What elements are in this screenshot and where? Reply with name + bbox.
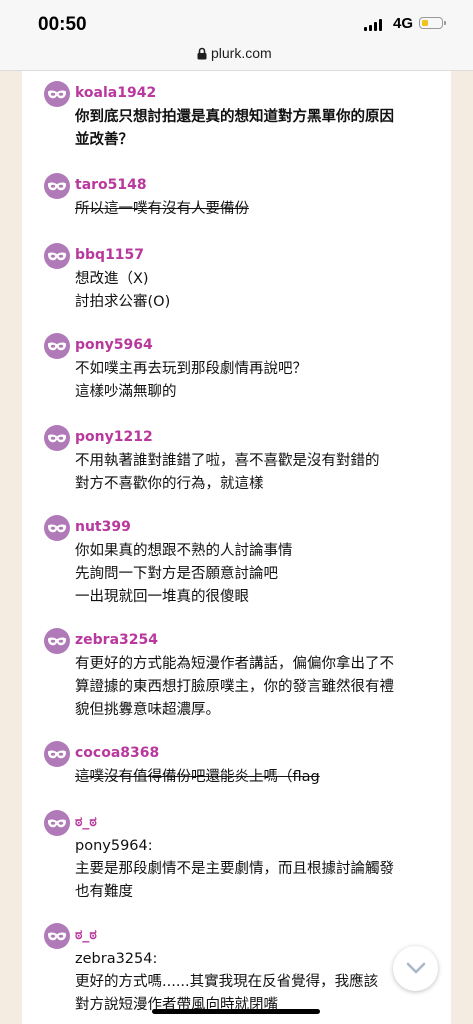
- response-text: 不用執著誰對誰錯了啦，喜不喜歡是沒有對錯的 對方不喜歡你的行為，就這樣: [75, 453, 380, 492]
- url-text[interactable]: plurk.com: [211, 45, 272, 61]
- battery-icon: [419, 17, 446, 29]
- response-username[interactable]: nut399: [75, 519, 131, 535]
- response-text: 不如噗主再去玩到那段劇情再說吧？ 這樣吵滿無聊的: [75, 361, 307, 400]
- response-username[interactable]: taro5148: [75, 177, 147, 193]
- response-text: 所以這一噗有沒有人要備份: [75, 201, 249, 217]
- status-bar: 00:50 4G: [0, 0, 473, 44]
- response-text: 這噗沒有值得備份吧還能炎上嗎（flag: [75, 769, 320, 785]
- anonymous-mask-icon: [44, 810, 70, 836]
- responses-list: koala1942 你到底只想討拍還是真的想知道對方黑單你的原因 並改善？ taro…: [22, 71, 451, 1024]
- response-text: 有更好的方式能為短漫作者講話，偏偏你拿出了不 算證據的東西想打臉原噗主，你的發言…: [75, 656, 394, 718]
- anonymous-mask-icon: [44, 741, 70, 767]
- anonymous-mask-icon: [44, 628, 70, 654]
- anonymous-mask-icon: [44, 333, 70, 359]
- response-text: 想改進（X) 討拍求公審(O): [75, 271, 171, 310]
- response-username[interactable]: ಠ_ಠ: [75, 927, 97, 943]
- response-text: 你到底只想討拍還是真的想知道對方黑單你的原因 並改善？: [75, 109, 394, 148]
- response-username[interactable]: cocoa8368: [75, 745, 159, 761]
- scroll-down-button[interactable]: [393, 946, 438, 991]
- response-username[interactable]: ಠ_ಠ: [75, 814, 97, 830]
- anonymous-mask-icon: [44, 425, 70, 451]
- chevron-down-icon: [406, 962, 426, 974]
- anonymous-mask-icon: [44, 923, 70, 949]
- address-bar[interactable]: plurk.com: [0, 44, 473, 71]
- response-username[interactable]: koala1942: [75, 85, 156, 101]
- anonymous-mask-icon: [44, 243, 70, 269]
- response-text: pony5964: 主要是那段劇情不是主要劇情，而且根據討論觸發 也有難度: [75, 838, 394, 900]
- anonymous-mask-icon: [44, 173, 70, 199]
- response-username[interactable]: zebra3254: [75, 632, 158, 648]
- response-username[interactable]: pony1212: [75, 429, 153, 445]
- response-text: zebra3254: 更好的方式嗎......其實我現在反省覺得，我應該 對方說…: [75, 951, 379, 1013]
- plurk-page: koala1942 你到底只想討拍還是真的想知道對方黑單你的原因 並改善？ taro…: [0, 71, 473, 1024]
- home-indicator[interactable]: [152, 1009, 320, 1014]
- response-username[interactable]: bbq1157: [75, 247, 144, 263]
- network-label: 4G: [393, 15, 414, 32]
- response-username[interactable]: pony5964: [75, 337, 153, 353]
- response-text: 你如果真的想跟不熟的人討論事情 先詢問一下對方是否願意討論吧 一出現就回一堆真的…: [75, 543, 293, 605]
- status-time: 00:50: [38, 14, 87, 35]
- anonymous-mask-icon: [44, 81, 70, 107]
- lock-icon: [197, 47, 207, 60]
- anonymous-mask-icon: [44, 515, 70, 541]
